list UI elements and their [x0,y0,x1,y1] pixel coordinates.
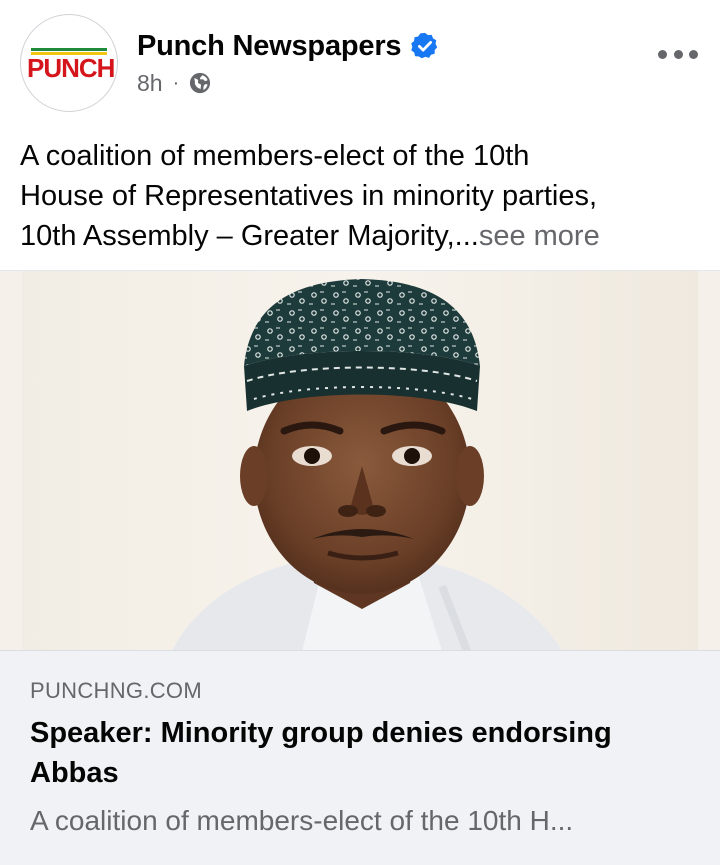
post-text-line: House of Representatives in minority par… [20,180,598,212]
logo-green-stripe [31,48,107,51]
link-preview-card[interactable]: PUNCHNG.COM Speaker: Minority group deni… [0,650,720,865]
see-more-link[interactable]: see more [479,220,600,252]
post-text-line-last: 10th Assembly – Greater Majority,...see … [20,216,710,256]
verified-badge-icon [410,31,440,61]
page-avatar[interactable]: PUNCH [20,14,118,112]
meta-separator: · [172,71,180,94]
globe-icon[interactable] [189,72,211,94]
logo-text: PUNCH [27,53,115,83]
facebook-post: PUNCH Punch Newspapers 8h · A coalition … [0,0,720,865]
link-domain: PUNCHNG.COM [30,678,202,703]
more-dot [658,49,667,59]
post-header: PUNCH Punch Newspapers 8h · [0,0,720,125]
post-timestamp[interactable]: 8h [137,70,163,97]
post-text-line: 10th Assembly – Greater Majority,... [20,220,479,252]
more-dot [689,49,698,59]
page-name[interactable]: Punch Newspapers [137,30,402,63]
post-text-line: A coalition of members-elect of the 10th [20,140,530,172]
post-image[interactable] [0,270,720,651]
link-title[interactable]: Speaker: Minority group denies endorsing… [30,713,690,793]
more-options-icon[interactable] [658,44,698,64]
post-text: A coalition of members-elect of the 10th… [20,136,710,256]
punch-logo: PUNCH [27,48,115,83]
post-meta: 8h · [137,68,211,98]
link-description: A coalition of members-elect of the 10th… [30,805,574,836]
portrait-photo [22,271,698,651]
page-name-row: Punch Newspapers [137,28,440,64]
more-dot [673,49,683,59]
